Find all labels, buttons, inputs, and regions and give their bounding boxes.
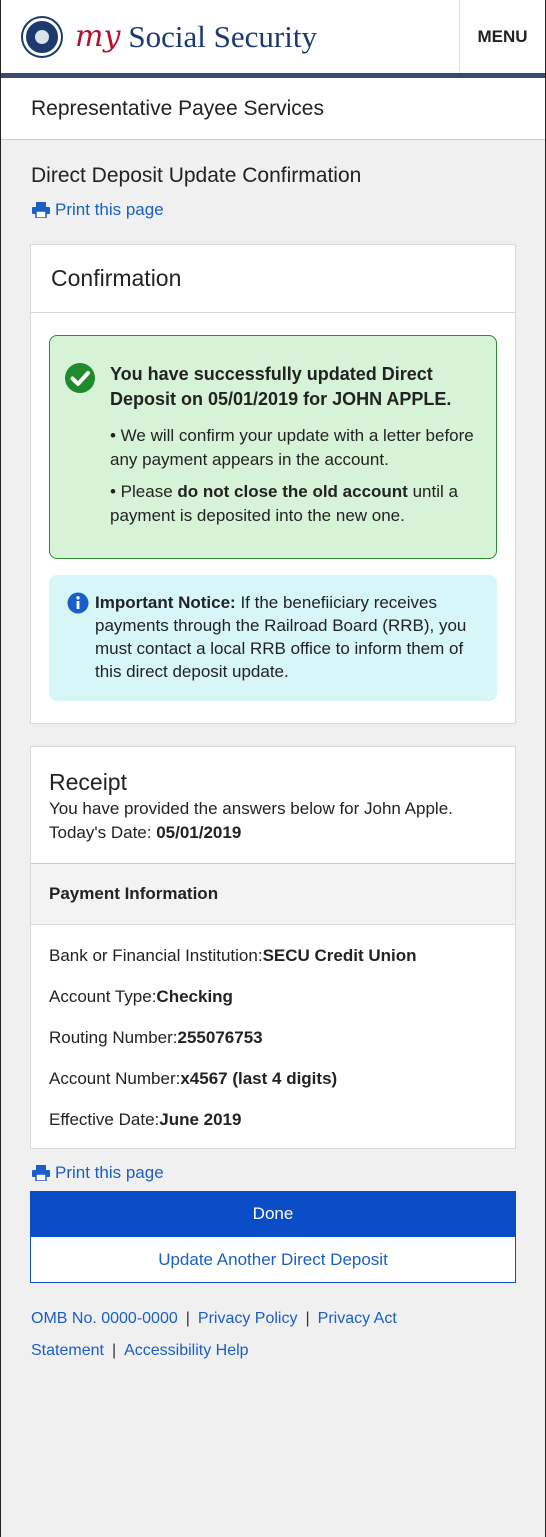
printer-icon bbox=[32, 1165, 50, 1181]
footer-separator: | bbox=[111, 1342, 117, 1359]
section-title: Representative Payee Services bbox=[1, 78, 545, 140]
brand-name: Social Security bbox=[128, 18, 317, 54]
receipt-card: Receipt You have provided the answers be… bbox=[30, 746, 516, 1149]
receipt-date: Today's Date: 05/01/2019 bbox=[49, 823, 242, 842]
done-button[interactable]: Done bbox=[30, 1191, 516, 1237]
receipt-intro: You have provided the answers below for … bbox=[49, 799, 453, 818]
check-circle-icon bbox=[65, 363, 95, 393]
brand-logo-link[interactable]: my Social Security bbox=[1, 0, 459, 73]
print-link-label: Print this page bbox=[55, 1163, 164, 1182]
menu-button[interactable]: MENU bbox=[459, 0, 545, 73]
footer-separator: | bbox=[305, 1310, 310, 1327]
notice-label: Important Notice: bbox=[95, 593, 236, 612]
privacy-act-link[interactable]: Privacy Act bbox=[318, 1310, 397, 1327]
footer: OMB No. 0000-0000 | Privacy Policy | Privacy… bbox=[1, 1283, 545, 1367]
confirmation-heading: Confirmation bbox=[31, 245, 515, 313]
privacy-policy-link[interactable]: Privacy Policy bbox=[198, 1310, 298, 1327]
print-link-label: Print this page bbox=[55, 200, 164, 219]
printer-icon bbox=[32, 202, 50, 218]
app-header: my Social Security MENU bbox=[1, 0, 545, 78]
receipt-heading: Receipt bbox=[49, 769, 127, 795]
success-bullet-letter: • We will confirm your update with a let… bbox=[110, 426, 474, 469]
accessibility-help-link[interactable]: Accessibility Help bbox=[124, 1342, 248, 1359]
success-alert: You have successfully updated Direct Dep… bbox=[49, 335, 497, 559]
brand-my: my bbox=[75, 19, 121, 54]
print-page-link-bottom[interactable]: Print this page bbox=[1, 1163, 545, 1183]
privacy-act-statement-link[interactable]: Statement bbox=[31, 1342, 104, 1359]
payment-row-account-number: Account Number: x4567 (last 4 digits) bbox=[49, 1068, 338, 1088]
ssa-seal-logo bbox=[23, 17, 61, 56]
payment-row-routing: Routing Number: 255076753 bbox=[49, 1027, 263, 1047]
success-title: You have successfully updated Direct Dep… bbox=[110, 364, 452, 409]
print-page-link-top[interactable]: Print this page bbox=[1, 200, 545, 220]
update-another-button[interactable]: Update Another Direct Deposit bbox=[30, 1237, 516, 1283]
success-bullet-old-account: • Please do not close the old account un… bbox=[110, 482, 458, 525]
page-title: Direct Deposit Update Confirmation bbox=[31, 164, 362, 187]
payment-row-account-type: Account Type: Checking bbox=[49, 986, 233, 1006]
footer-separator: | bbox=[185, 1310, 190, 1327]
info-circle-icon bbox=[67, 592, 89, 614]
important-notice: Important Notice: If the benefiiciary re… bbox=[49, 575, 497, 701]
payment-info-heading: Payment Information bbox=[31, 864, 515, 925]
confirmation-card: Confirmation You have successfully updat… bbox=[30, 244, 516, 724]
payment-row-effective-date: Effective Date: June 2019 bbox=[49, 1109, 242, 1129]
payment-row-bank: Bank or Financial Institution: SECU Cred… bbox=[49, 945, 417, 965]
omb-link[interactable]: OMB No. 0000-0000 bbox=[31, 1310, 178, 1327]
